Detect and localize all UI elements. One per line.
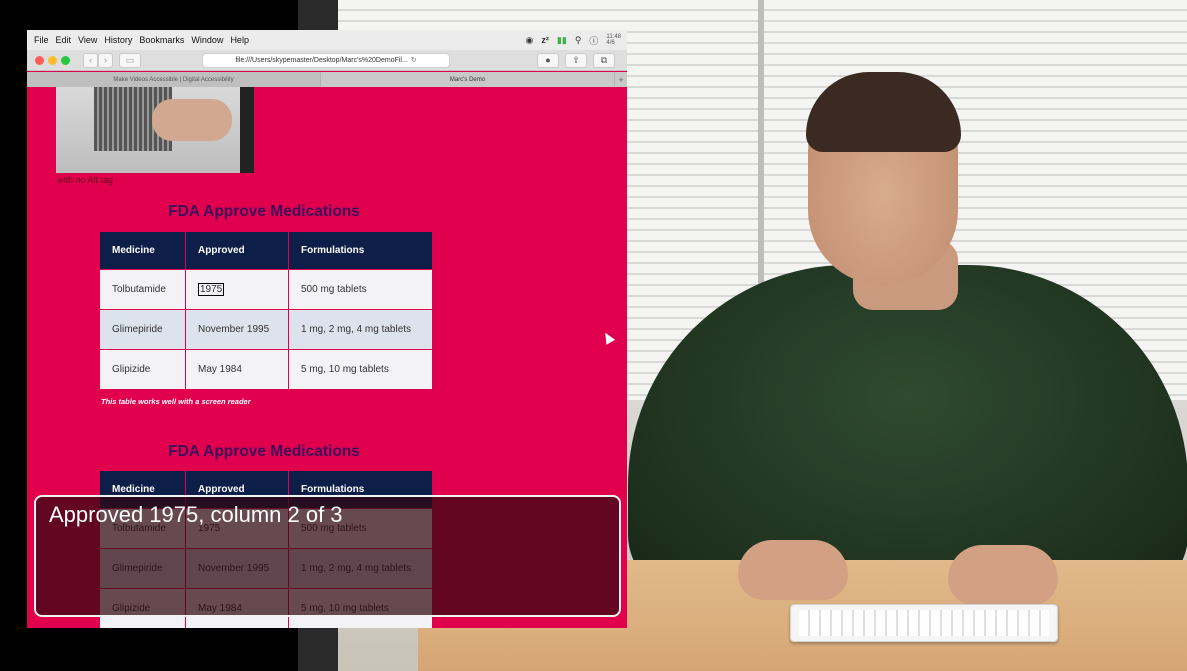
- tab-make-videos-accessible[interactable]: Make Videos Accessible | Digital Accessi…: [27, 72, 321, 87]
- keyboard: [790, 604, 1058, 642]
- menu-help[interactable]: Help: [230, 35, 249, 45]
- address-text: file:///Users/skypemaster/Desktop/Marc's…: [235, 57, 408, 64]
- menu-window[interactable]: Window: [191, 35, 223, 45]
- menu-history[interactable]: History: [104, 35, 132, 45]
- reload-icon[interactable]: ↻: [411, 57, 417, 64]
- browser-toolbar: ‹ › ▭ file:///Users/skypemaster/Desktop/…: [27, 50, 627, 71]
- status-area: ◉ z² ▮▮ ⚲ ⓘ 11:48 4/6: [526, 34, 627, 47]
- mouse-pointer-icon: [600, 330, 616, 345]
- address-bar[interactable]: file:///Users/skypemaster/Desktop/Marc's…: [202, 53, 450, 68]
- hand-photo: [152, 99, 232, 141]
- forward-button[interactable]: ›: [98, 53, 113, 68]
- voiceover-caption-panel: Approved 1975, column 2 of 3: [34, 495, 621, 617]
- table-header-row: Medicine Approved Formulations: [99, 231, 433, 270]
- minimize-window-button[interactable]: [48, 56, 57, 65]
- column-header-approved[interactable]: Approved: [185, 231, 289, 270]
- show-tabs-icon[interactable]: ⧉: [593, 53, 615, 68]
- table-cell[interactable]: May 1984: [185, 349, 289, 390]
- table-cell[interactable]: November 1995: [185, 309, 289, 350]
- table-cell-focused[interactable]: 1975: [185, 269, 289, 310]
- demo-image: [56, 87, 254, 173]
- menu-edit[interactable]: Edit: [56, 35, 72, 45]
- presenter-right-hand: [948, 545, 1058, 605]
- tab-label: Make Videos Accessible | Digital Accessi…: [113, 76, 234, 83]
- accessibility-icon[interactable]: ⓘ: [589, 34, 598, 47]
- column-header-formulations[interactable]: Formulations: [288, 231, 433, 270]
- voiceover-caption-text: Approved 1975, column 2 of 3: [49, 502, 343, 527]
- share-icon[interactable]: ⇧: [565, 53, 587, 68]
- table-cell[interactable]: 500 mg tablets: [288, 269, 433, 310]
- table-cell[interactable]: 5 mg, 10 mg tablets: [288, 349, 433, 390]
- page-heading-2: FDA Approve Medications: [168, 443, 360, 460]
- table-cell[interactable]: Tolbutamide: [99, 269, 186, 310]
- battery-icon[interactable]: ▮▮: [557, 35, 567, 46]
- column-header-medicine[interactable]: Medicine: [99, 231, 186, 270]
- new-tab-icon[interactable]: +: [615, 72, 627, 87]
- sidebar-toggle-icon[interactable]: ▭: [119, 53, 141, 68]
- zoom-window-button[interactable]: [61, 56, 70, 65]
- record-icon[interactable]: ◉: [526, 35, 534, 46]
- table-row: Glimepiride November 1995 1 mg, 2 mg, 4 …: [99, 309, 433, 350]
- medications-table: Medicine Approved Formulations Tolbutami…: [99, 231, 433, 390]
- menubar-clock: 11:48 4/6: [606, 34, 621, 46]
- table-cell[interactable]: Glimepiride: [99, 309, 186, 350]
- download-icon[interactable]: ●: [537, 53, 559, 68]
- table-row: Glipizide May 1984 5 mg, 10 mg tablets: [99, 349, 433, 390]
- tab-marcs-demo[interactable]: Marc's Demo: [321, 72, 615, 87]
- tab-label: Marc's Demo: [449, 76, 486, 83]
- voiceover-focus-ring: 1975: [198, 283, 225, 296]
- zz-icon[interactable]: z²: [541, 35, 549, 45]
- table-cell[interactable]: 1 mg, 2 mg, 4 mg tablets: [288, 309, 433, 350]
- back-button[interactable]: ‹: [83, 53, 98, 68]
- tab-bar: Make Videos Accessible | Digital Accessi…: [27, 72, 627, 87]
- page-heading: FDA Approve Medications: [168, 203, 360, 220]
- menu-bookmarks[interactable]: Bookmarks: [139, 35, 184, 45]
- volume-icon[interactable]: ⚲: [575, 35, 582, 46]
- presenter-left-hand: [738, 540, 848, 600]
- table-cell[interactable]: Glipizide: [99, 349, 186, 390]
- close-window-button[interactable]: [35, 56, 44, 65]
- presenter-shirt: [628, 265, 1187, 595]
- table-note: This table works well with a screen read…: [101, 397, 251, 406]
- menu-view[interactable]: View: [78, 35, 97, 45]
- mac-menubar: File Edit View History Bookmarks Window …: [27, 30, 627, 50]
- image-caption: with no Alt tag: [57, 175, 114, 185]
- table-row: Tolbutamide 1975 500 mg tablets: [99, 269, 433, 310]
- menu-file[interactable]: File: [34, 35, 49, 45]
